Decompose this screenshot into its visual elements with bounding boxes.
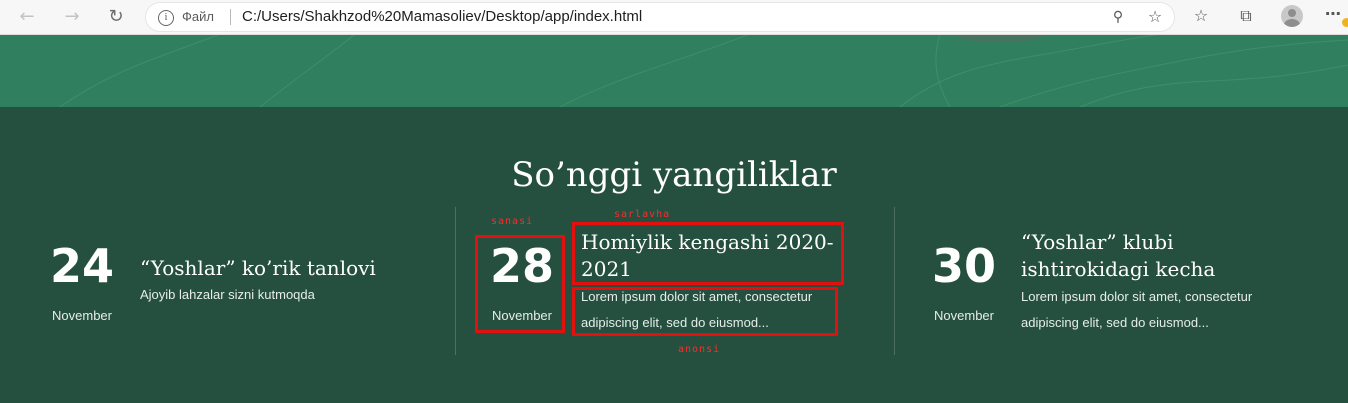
annotation-box-date <box>475 235 565 333</box>
annotation-label-date: sanasi <box>491 216 534 227</box>
url-text[interactable]: C:/Users/Shakhzod%20Mamasoliev/Desktop/a… <box>242 8 642 25</box>
news-day: 24 <box>49 239 114 293</box>
divider <box>455 207 456 355</box>
annotation-label-title: sarlavha <box>614 209 671 220</box>
favorites-icon[interactable]: ☆ <box>1190 6 1212 26</box>
favorite-add-icon[interactable]: ☆ <box>1144 7 1166 27</box>
forward-icon[interactable]: → <box>60 5 84 29</box>
browser-toolbar: ← → ↻ i Файл C:/Users/Shakhzod%20Mamasol… <box>0 0 1348 35</box>
address-separator <box>230 9 231 25</box>
collections-icon[interactable]: ⧉ <box>1235 6 1257 26</box>
annotation-label-desc: anonsi <box>678 344 721 355</box>
site-label: Файл <box>182 9 214 24</box>
annotation-box-desc <box>572 287 838 336</box>
news-month: November <box>934 308 994 323</box>
hero-banner <box>0 35 1348 107</box>
profile-icon[interactable] <box>1281 5 1303 27</box>
news-title[interactable]: “Yoshlar” klubi ishtirokidagi kecha <box>1021 229 1291 283</box>
refresh-icon[interactable]: ↻ <box>104 5 128 29</box>
info-icon[interactable]: i <box>158 10 174 26</box>
news-month: November <box>52 308 112 323</box>
more-icon[interactable]: ⋯ <box>1322 4 1344 24</box>
divider <box>894 207 895 355</box>
zoom-out-icon[interactable]: ⚲ <box>1107 7 1129 27</box>
news-desc: Lorem ipsum dolor sit amet, consectetur … <box>1021 289 1253 330</box>
news-section: So’nggi yangiliklar 24 November “Yoshlar… <box>0 107 1348 403</box>
hero-pattern <box>59 35 1348 107</box>
annotation-box-title <box>572 222 844 285</box>
news-day: 30 <box>931 239 996 293</box>
news-title[interactable]: “Yoshlar” ko’rik tanlovi <box>140 255 430 282</box>
section-title: So’nggi yangiliklar <box>511 155 837 195</box>
notification-badge <box>1342 18 1348 27</box>
back-icon[interactable]: ← <box>15 5 39 29</box>
news-desc: Ajoyib lahzalar sizni kutmoqda <box>140 287 315 302</box>
address-bar[interactable]: i Файл C:/Users/Shakhzod%20Mamasoliev/De… <box>146 3 1174 31</box>
